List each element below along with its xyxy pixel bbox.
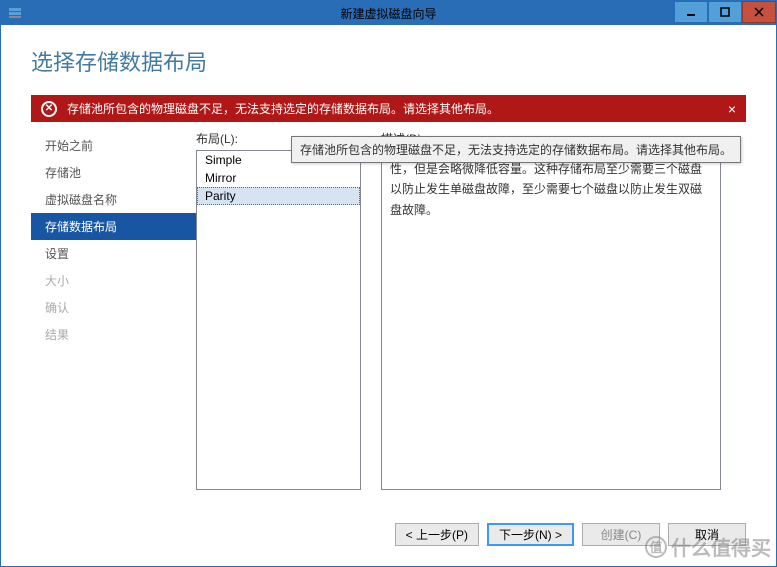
error-close-button[interactable]: × bbox=[728, 101, 736, 117]
window-title: 新建虚拟磁盘向导 bbox=[340, 5, 436, 22]
window-controls bbox=[674, 1, 776, 23]
description-text: 性，但是会略微降低容量。这种存储布局至少需要三个磁盘以防止发生单磁盘故障，至少需… bbox=[390, 162, 702, 217]
previous-button[interactable]: < 上一步(P) bbox=[395, 523, 479, 546]
wizard-steps: 开始之前 存储池 虚拟磁盘名称 存储数据布局 设置 大小 确认 结果 bbox=[31, 130, 196, 348]
maximize-button[interactable] bbox=[708, 1, 742, 23]
step-storage-pool[interactable]: 存储池 bbox=[31, 159, 196, 186]
title-bar: 新建虚拟磁盘向导 bbox=[1, 1, 776, 25]
watermark: 值 什么值得买 bbox=[640, 527, 776, 566]
step-vdisk-name[interactable]: 虚拟磁盘名称 bbox=[31, 186, 196, 213]
watermark-text: 什么值得买 bbox=[671, 532, 771, 561]
error-tooltip: 存储池所包含的物理磁盘不足，无法支持选定的存储数据布局。请选择其他布局。 bbox=[291, 136, 741, 163]
error-banner: ✕ 存储池所包含的物理磁盘不足，无法支持选定的存储数据布局。请选择其他布局。 × bbox=[31, 95, 746, 122]
error-icon: ✕ bbox=[41, 101, 57, 117]
close-button[interactable] bbox=[742, 1, 776, 23]
minimize-button[interactable] bbox=[674, 1, 708, 23]
wizard-window: 新建虚拟磁盘向导 选择存储数据布局 ✕ 存储池所包含的物理磁盘不足，无法支持选定… bbox=[0, 0, 777, 567]
description-box: 性，但是会略微降低容量。这种存储布局至少需要三个磁盘以防止发生单磁盘故障，至少需… bbox=[381, 150, 721, 490]
step-result: 结果 bbox=[31, 321, 196, 348]
content-area: 布局(L): Simple Mirror Parity 描述(D): 性，但是会… bbox=[196, 130, 746, 490]
layout-column: 布局(L): Simple Mirror Parity bbox=[196, 130, 361, 490]
next-button[interactable]: 下一步(N) > bbox=[487, 523, 574, 546]
step-size: 大小 bbox=[31, 267, 196, 294]
description-column: 描述(D): 性，但是会略微降低容量。这种存储布局至少需要三个磁盘以防止发生单磁… bbox=[381, 130, 721, 490]
header-area: 选择存储数据布局 bbox=[1, 25, 776, 87]
watermark-icon: 值 bbox=[645, 536, 667, 558]
step-settings[interactable]: 设置 bbox=[31, 240, 196, 267]
body-area: 开始之前 存储池 虚拟磁盘名称 存储数据布局 设置 大小 确认 结果 布局(L)… bbox=[1, 130, 776, 495]
system-icon bbox=[7, 5, 23, 21]
layout-item-parity[interactable]: Parity bbox=[197, 187, 360, 205]
step-before-begin[interactable]: 开始之前 bbox=[31, 132, 196, 159]
step-confirm: 确认 bbox=[31, 294, 196, 321]
layout-listbox[interactable]: Simple Mirror Parity bbox=[196, 150, 361, 490]
layout-item-mirror[interactable]: Mirror bbox=[197, 169, 360, 187]
error-text: 存储池所包含的物理磁盘不足，无法支持选定的存储数据布局。请选择其他布局。 bbox=[67, 100, 499, 117]
page-title: 选择存储数据布局 bbox=[31, 45, 746, 77]
step-layout[interactable]: 存储数据布局 bbox=[31, 213, 196, 240]
